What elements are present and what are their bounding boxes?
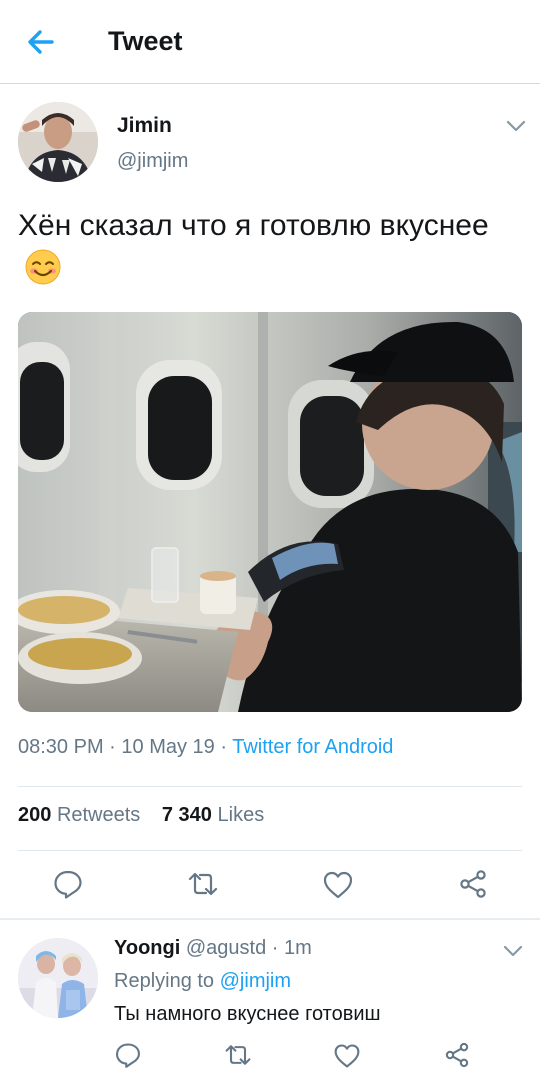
author-handle[interactable]: @jimjim bbox=[117, 150, 188, 173]
back-button[interactable] bbox=[22, 24, 62, 60]
reply-author-handle[interactable]: @agustd bbox=[186, 937, 266, 959]
replying-to-label: Replying to bbox=[114, 970, 215, 992]
like-icon bbox=[334, 1044, 360, 1068]
chevron-down-icon bbox=[506, 120, 526, 132]
like-button[interactable] bbox=[322, 869, 354, 901]
likes-label[interactable]: Likes bbox=[218, 804, 265, 826]
retweet-button[interactable] bbox=[187, 868, 219, 900]
tweet-source-link[interactable]: Twitter for Android bbox=[232, 736, 393, 758]
author-name[interactable]: Jimin bbox=[117, 114, 172, 138]
avatar-image bbox=[18, 938, 98, 1018]
tweet-photo[interactable] bbox=[18, 312, 522, 712]
tweet-timestamp: 08:30 PM · 10 May 19 · Twitter for Andro… bbox=[18, 736, 393, 759]
reply-reply-button[interactable] bbox=[114, 1041, 142, 1069]
replying-to-line: Replying to @jimjim bbox=[114, 970, 291, 993]
share-icon bbox=[445, 1042, 469, 1068]
retweet-icon bbox=[225, 1045, 251, 1065]
divider bbox=[18, 786, 522, 787]
reply-time: 1m bbox=[284, 937, 312, 959]
share-button[interactable] bbox=[457, 868, 489, 900]
airplane-photo bbox=[18, 312, 522, 712]
reply-retweet-button[interactable] bbox=[224, 1041, 252, 1069]
tweet-text-content: Хён сказал что я готовлю вкуснее bbox=[18, 209, 489, 242]
like-icon bbox=[323, 871, 353, 899]
reply-header: Yoongi @agustd · 1m bbox=[114, 937, 312, 960]
tweet-time: 08:30 PM bbox=[18, 736, 104, 758]
avatar-image bbox=[18, 102, 98, 182]
tweet-stats: 200 Retweets 7 340 Likes bbox=[18, 804, 264, 827]
top-bar: Tweet bbox=[0, 0, 540, 84]
retweets-count[interactable]: 200 bbox=[18, 804, 51, 826]
reply-button[interactable] bbox=[52, 868, 84, 900]
reply-like-button[interactable] bbox=[333, 1042, 361, 1070]
thread-divider bbox=[0, 918, 540, 920]
chevron-down-icon bbox=[503, 945, 523, 957]
tweet-menu-caret[interactable] bbox=[505, 119, 527, 133]
tweet-text: Хён сказал что я готовлю вкуснее bbox=[18, 204, 518, 293]
tweet-date: 10 May 19 bbox=[121, 736, 215, 758]
replying-to-mention[interactable]: @jimjim bbox=[220, 970, 291, 992]
page-title: Tweet bbox=[108, 26, 183, 56]
reply-author-avatar[interactable] bbox=[18, 938, 98, 1018]
smiling-face-icon bbox=[24, 248, 62, 286]
reply-time-separator: · bbox=[271, 937, 279, 959]
reply-share-button[interactable] bbox=[443, 1041, 471, 1069]
reply-text: Ты намного вкуснее готовиш bbox=[114, 1003, 381, 1025]
reply-icon bbox=[54, 870, 82, 899]
meta-separator-2: · bbox=[220, 736, 228, 758]
retweets-label[interactable]: Retweets bbox=[57, 804, 140, 826]
reply-menu-caret[interactable] bbox=[502, 944, 524, 958]
divider bbox=[18, 850, 522, 851]
arrow-left-icon bbox=[28, 30, 54, 54]
reply-author-name[interactable]: Yoongi bbox=[114, 937, 180, 959]
reply-icon bbox=[116, 1043, 140, 1068]
meta-separator-1: · bbox=[109, 736, 116, 758]
share-icon bbox=[460, 870, 486, 898]
likes-count[interactable]: 7 340 bbox=[162, 804, 212, 826]
retweet-icon bbox=[188, 872, 218, 896]
author-avatar[interactable] bbox=[18, 102, 98, 182]
